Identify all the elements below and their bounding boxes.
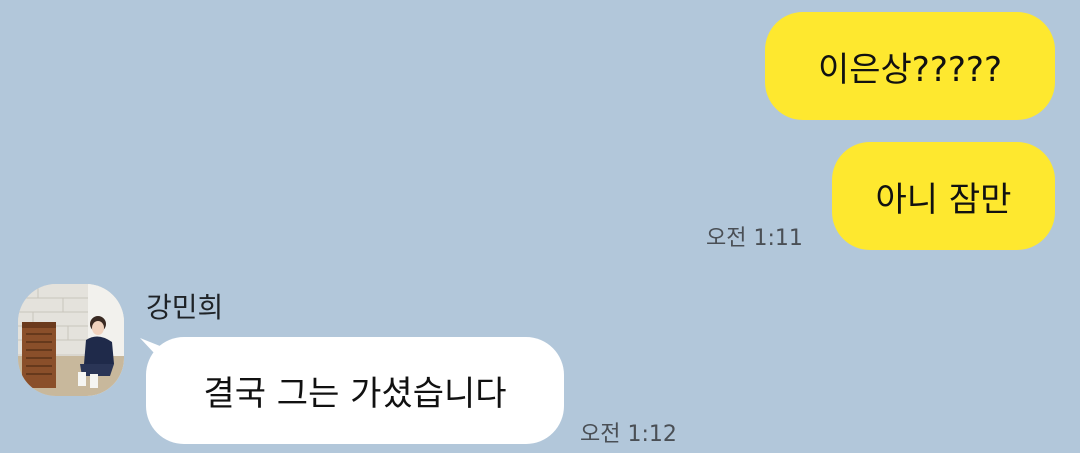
profile-photo-icon xyxy=(18,284,124,396)
message-timestamp: 오전 1:11 xyxy=(706,226,803,251)
message-text: 아니 잠만 xyxy=(875,179,1012,220)
message-bubble-mine[interactable]: 이은상????? xyxy=(765,12,1055,120)
sender-name: 강민희 xyxy=(146,291,224,324)
message-timestamp: 오전 1:12 xyxy=(580,422,677,447)
message-text: 결국 그는 가셨습니다 xyxy=(203,374,507,414)
message-text: 이은상????? xyxy=(817,49,1003,90)
sender-avatar[interactable] xyxy=(18,284,124,396)
message-bubble-other[interactable]: 결국 그는 가셨습니다 xyxy=(146,337,564,444)
message-bubble-mine[interactable]: 아니 잠만 xyxy=(832,142,1055,250)
